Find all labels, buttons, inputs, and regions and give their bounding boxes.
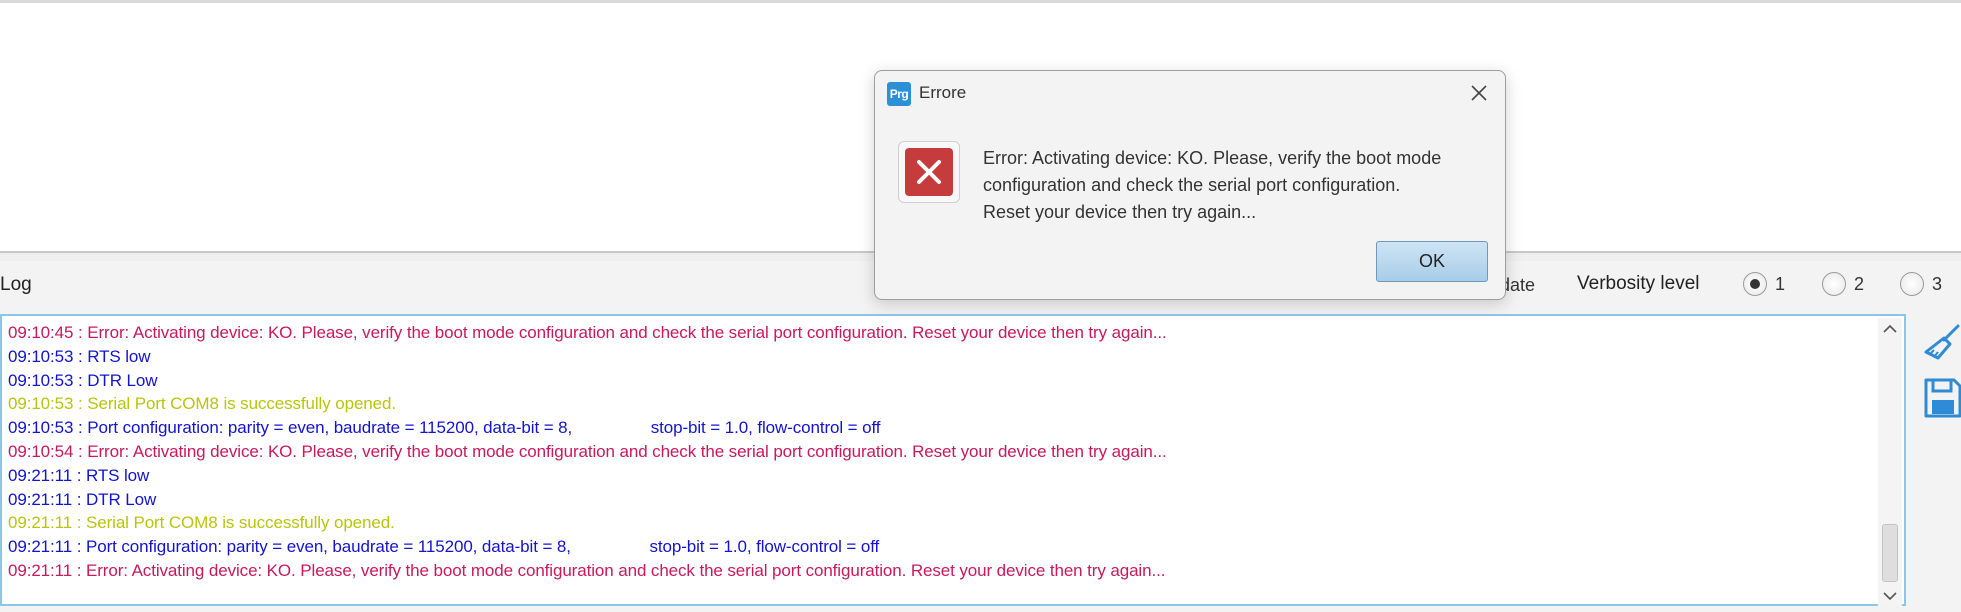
log-output[interactable]: 09:10:45 : Error: Activating device: KO.…: [0, 314, 1906, 606]
message-line: Error: Activating device: KO. Please, ve…: [983, 148, 1442, 168]
radio-button[interactable]: [1900, 272, 1924, 296]
verbosity-option-3[interactable]: 3: [1900, 270, 1942, 298]
app-icon: Prg: [887, 82, 911, 106]
log-line: 09:21:11 : Port configuration: parity = …: [8, 537, 880, 557]
save-icon[interactable]: [1922, 376, 1961, 418]
log-line: 09:10:54 : Error: Activating device: KO.…: [8, 441, 1167, 461]
log-lines: 09:10:45 : Error: Activating device: KO.…: [8, 321, 1874, 583]
log-line: 09:10:45 : Error: Activating device: KO.…: [8, 323, 1167, 342]
close-icon[interactable]: [1463, 77, 1495, 109]
radio-label: 3: [1932, 273, 1943, 294]
radio-label: 2: [1854, 273, 1865, 294]
dialog-title: Errore: [919, 83, 967, 102]
scroll-thumb[interactable]: [1882, 524, 1898, 582]
broom-icon[interactable]: [1922, 322, 1961, 364]
log-line: 09:21:11 : Serial Port COM8 is successfu…: [8, 513, 395, 533]
verbosity-option-2[interactable]: 2: [1822, 270, 1864, 298]
error-x-icon: [898, 141, 960, 203]
log-line: 09:10:53 : DTR Low: [8, 370, 158, 390]
log-line: 09:21:11 : RTS low: [8, 465, 150, 485]
log-line: 09:10:53 : Port configuration: parity = …: [8, 418, 881, 438]
scroll-down-icon[interactable]: [1878, 586, 1902, 606]
vertical-scrollbar[interactable]: [1878, 318, 1902, 606]
log-title: Log: [0, 274, 32, 295]
message-line: configuration and check the serial port …: [983, 175, 1401, 195]
radio-button[interactable]: [1822, 272, 1846, 296]
verbosity-option-1[interactable]: 1: [1743, 270, 1785, 298]
error-dialog: Prg Errore Error: Activating device: KO.…: [874, 70, 1506, 300]
verbosity-label: Verbosity level: [1577, 273, 1700, 294]
log-line: 09:21:11 : DTR Low: [8, 489, 157, 509]
log-line: 09:21:11 : Error: Activating device: KO.…: [8, 560, 1166, 580]
log-line: 09:10:53 : Serial Port COM8 is successfu…: [8, 394, 396, 414]
radio-label: 1: [1775, 273, 1786, 294]
log-line: 09:10:53 : RTS low: [8, 346, 151, 366]
radio-button[interactable]: [1743, 272, 1767, 296]
message-line: Reset your device then try again...: [983, 202, 1257, 222]
scroll-up-icon[interactable]: [1878, 318, 1902, 338]
dialog-message: Error: Activating device: KO. Please, ve…: [983, 145, 1493, 226]
ok-button[interactable]: OK: [1376, 241, 1488, 282]
